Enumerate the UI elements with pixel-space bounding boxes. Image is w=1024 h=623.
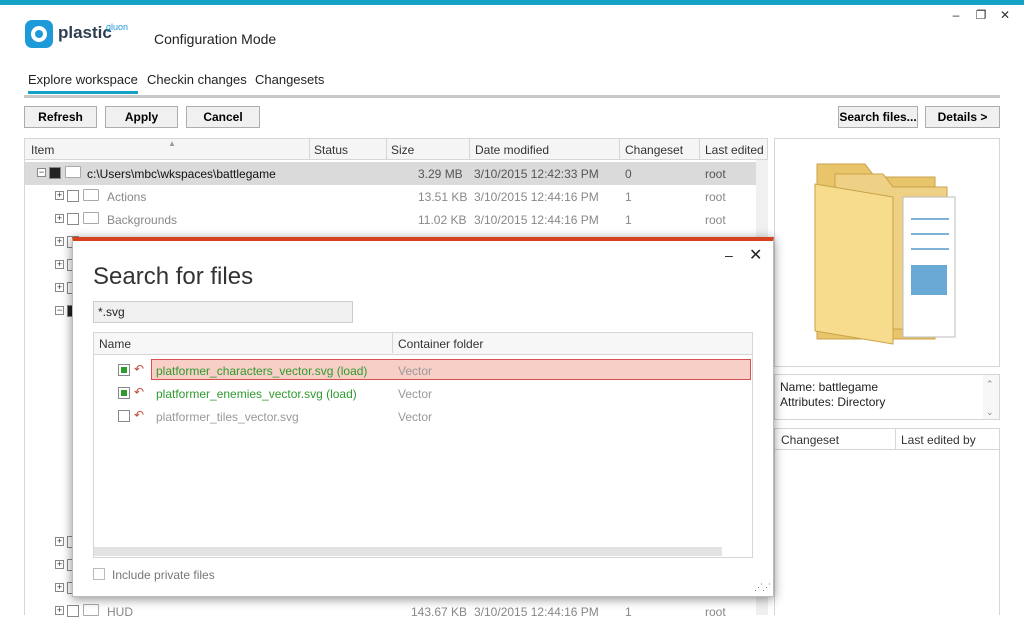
result-row[interactable]: ↶ platformer_characters_vector.svg (load… [94,359,752,382]
top-accent-bar [0,0,1024,5]
load-arrow-icon: ↶ [134,362,145,376]
resize-grip-icon[interactable]: ⋰⋰ [754,582,771,593]
expand-icon[interactable]: + [55,260,64,269]
dialog-title: Search for files [93,263,254,290]
folder-icon [83,212,99,224]
apply-button[interactable]: Apply [105,106,178,128]
col-last-edited[interactable]: Last edited [705,143,764,157]
row-checkbox[interactable] [67,190,79,202]
brand-superscript: gluon [106,22,129,32]
col-container-folder[interactable]: Container folder [398,337,483,351]
result-checkbox[interactable] [118,364,130,376]
include-private-checkbox[interactable] [93,568,105,580]
row-checkbox[interactable] [67,213,79,225]
col-hist-last-edited-by[interactable]: Last edited by [901,433,976,447]
history-header: Changeset Last edited by [774,428,1000,450]
minimize-icon[interactable]: – [949,8,963,22]
workspace-folder-icon [65,166,81,178]
tab-changesets[interactable]: Changesets [255,72,324,87]
load-arrow-icon: ↶ [134,408,145,422]
search-files-button[interactable]: Search files... [838,106,918,128]
restore-icon[interactable]: ❐ [974,8,988,22]
details-button[interactable]: Details > [925,106,1000,128]
brand-name: plastic [58,23,112,42]
expand-icon[interactable]: + [55,191,64,200]
dialog-close-icon[interactable]: ✕ [749,245,762,265]
col-changeset[interactable]: Changeset [625,143,683,157]
dialog-minimize-icon[interactable]: – [725,247,733,263]
expand-icon[interactable]: + [55,583,64,592]
close-icon[interactable]: ✕ [998,8,1012,22]
table-row[interactable]: − c:\Users\mbc\wkspaces\battlegame 3.29 … [25,162,757,185]
search-files-dialog: Search for files – ✕ Name Container fold… [72,237,774,597]
result-checkbox[interactable] [118,387,130,399]
result-row[interactable]: ↶ platformer_enemies_vector.svg (load) V… [94,382,752,405]
col-size[interactable]: Size [391,143,414,157]
expand-icon[interactable]: + [55,237,64,246]
mode-title: Configuration Mode [154,31,277,47]
load-arrow-icon: ↶ [134,385,145,399]
plastic-logo-icon [25,20,53,48]
col-name[interactable]: Name [99,337,131,351]
history-list [774,450,1000,615]
folder-preview [774,138,1000,367]
expand-icon[interactable]: + [55,560,64,569]
results-horizontal-scrollbar[interactable] [94,547,722,556]
main-tabs: Explore workspace Checkin changes Change… [24,72,1000,98]
col-hist-changeset[interactable]: Changeset [781,433,839,447]
folder-icon [83,604,99,616]
collapse-icon[interactable]: − [37,168,46,177]
table-row[interactable]: + Actions 13.51 KB 3/10/2015 12:44:16 PM… [25,185,757,208]
expand-icon[interactable]: + [55,214,64,223]
col-status[interactable]: Status [314,143,348,157]
expand-icon[interactable]: + [55,606,64,615]
info-scrollbar[interactable]: ⌃ ⌄ [983,375,999,419]
row-checkbox[interactable] [49,167,61,179]
grid-header: Item ▲ Status Size Date modified Changes… [24,138,768,160]
table-row[interactable]: + Backgrounds 11.02 KB 3/10/2015 12:44:1… [25,208,757,231]
result-row[interactable]: ↶ platformer_tiles_vector.svg Vector [94,405,752,428]
item-info-panel: Name: battlegame Attributes: Directory ⌃… [774,374,1000,420]
info-name: Name: battlegame [780,380,879,394]
table-row[interactable]: + HUD 143.67 KB 3/10/2015 12:44:16 PM 1 … [25,600,757,623]
info-attributes: Attributes: Directory [780,395,886,409]
collapse-icon[interactable]: − [55,306,64,315]
search-results-table: Name Container folder ↶ platformer_chara… [93,332,753,558]
refresh-button[interactable]: Refresh [24,106,97,128]
col-date-modified[interactable]: Date modified [475,143,549,157]
results-header: Name Container folder [94,333,752,355]
tab-checkin-changes[interactable]: Checkin changes [147,72,247,87]
result-checkbox[interactable] [118,410,130,422]
large-folder-icon [814,163,956,345]
include-private-label: Include private files [112,568,215,582]
row-checkbox[interactable] [67,605,79,617]
search-query-input[interactable] [93,301,353,323]
folder-icon [83,189,99,201]
expand-icon[interactable]: + [55,283,64,292]
expand-icon[interactable]: + [55,537,64,546]
tab-explore-workspace[interactable]: Explore workspace [28,72,138,94]
include-private-option[interactable]: Include private files [93,568,215,582]
cancel-button[interactable]: Cancel [186,106,260,128]
sort-up-icon: ▲ [168,139,176,148]
col-item[interactable]: Item [31,143,54,157]
